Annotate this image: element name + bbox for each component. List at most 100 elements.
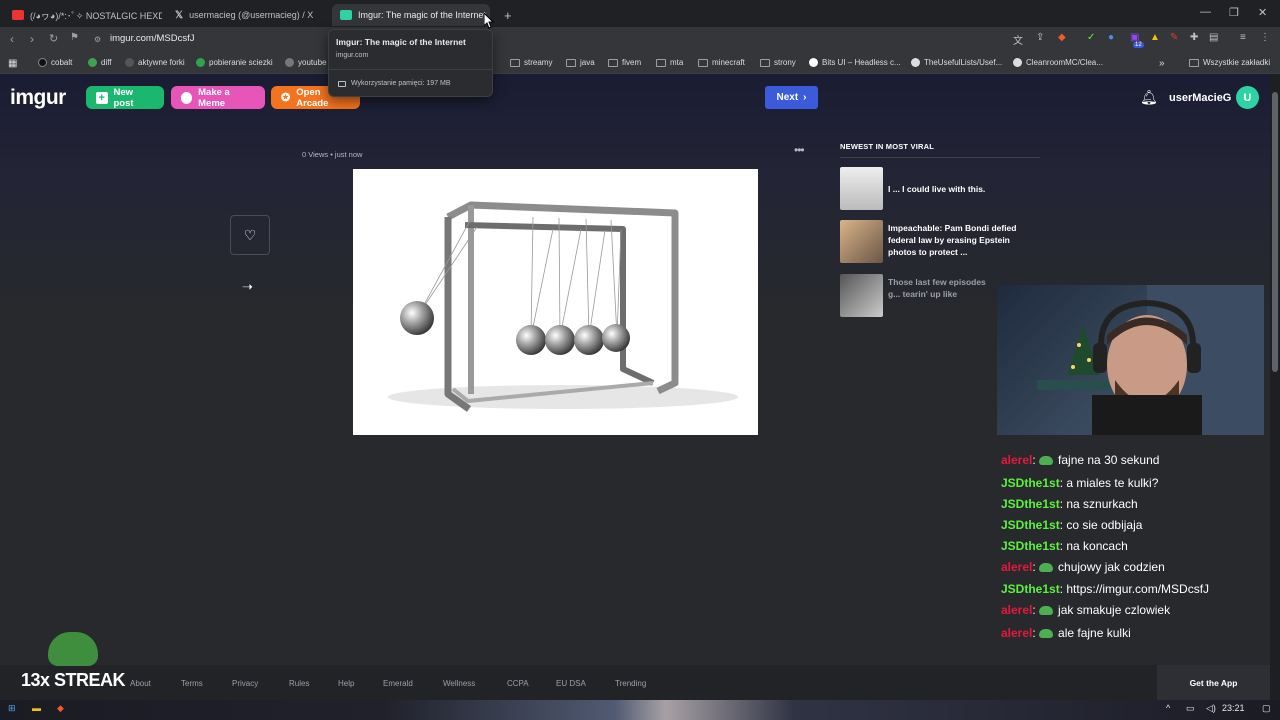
bookmark-item[interactable]: pobieranie sciezki xyxy=(196,58,273,67)
footer-link-eu-dsa[interactable]: EU DSA xyxy=(556,679,586,688)
bookmark-item[interactable]: youtube xyxy=(285,58,326,67)
footer-link-terms[interactable]: Terms xyxy=(181,679,203,688)
extensions-icon[interactable]: ✚ xyxy=(1190,32,1198,43)
check-extension-icon[interactable]: ✓ xyxy=(1087,32,1095,43)
bookmark-folder[interactable]: minecraft xyxy=(698,58,745,67)
notifications-icon[interactable]: ▢ xyxy=(1262,703,1271,714)
x-logo-icon: 𝕏 xyxy=(175,9,184,21)
tray-chevron-icon[interactable]: ^ xyxy=(1166,703,1170,713)
footer-link-help[interactable]: Help xyxy=(338,679,354,688)
new-post-button[interactable]: + New post xyxy=(86,86,164,109)
next-button[interactable]: Next › xyxy=(765,86,818,109)
footer-link-emerald[interactable]: Emerald xyxy=(383,679,413,688)
make-meme-button[interactable]: Make a Meme xyxy=(171,86,265,109)
divider xyxy=(329,69,492,70)
tab-x[interactable]: 𝕏 usermacieg (@usermacieg) / X xyxy=(167,4,327,26)
file-explorer-icon[interactable]: ▬ xyxy=(32,703,41,713)
pepe-emote-icon xyxy=(1039,628,1054,638)
download-icon xyxy=(196,58,205,67)
forward-icon[interactable]: › xyxy=(30,32,34,46)
extension-yellow-icon[interactable]: ▲ xyxy=(1150,32,1160,43)
tab-imgur[interactable]: Imgur: The magic of the Internet ✕ xyxy=(332,4,490,26)
reload-icon[interactable]: ↻ xyxy=(49,32,58,45)
sidebar-icon[interactable]: ▤ xyxy=(1209,32,1218,43)
scrollbar-thumb[interactable] xyxy=(1272,92,1278,372)
pen-extension-icon[interactable]: ✎ xyxy=(1170,32,1178,43)
brave-browser-icon[interactable]: ◆ xyxy=(57,703,64,714)
clock[interactable]: 23:21 xyxy=(1222,703,1245,713)
taskbar xyxy=(0,700,1280,720)
bookmark-item[interactable]: CleanroomMC/Clea... xyxy=(1013,58,1103,67)
menu-icon[interactable]: ⋮ xyxy=(1260,32,1270,43)
streak-overlay: 13x STREAK xyxy=(21,670,126,690)
bookmark-icon[interactable]: ⚑ xyxy=(70,32,79,43)
tab-title: usermacieg (@usermacieg) / X xyxy=(189,10,314,20)
cobalt-icon xyxy=(38,58,47,67)
memory-icon xyxy=(338,80,346,87)
all-bookmarks-folder[interactable]: Wszystkie zakładki xyxy=(1189,58,1270,67)
bookmark-item[interactable]: Bits UI – Headless c... xyxy=(809,58,901,67)
bookmark-item[interactable]: TheUsefulLists/Usef... xyxy=(911,58,1002,67)
bookmark-folder[interactable]: streamy xyxy=(510,58,552,67)
new-tab-button[interactable]: + xyxy=(496,4,516,26)
chat-message: JSDthe1st: na koncach xyxy=(1001,539,1128,553)
bookmark-folder[interactable]: strony xyxy=(760,58,796,67)
footer-link-privacy[interactable]: Privacy xyxy=(232,679,258,688)
footer-link-about[interactable]: About xyxy=(130,679,151,688)
apps-grid-icon[interactable]: ▦ xyxy=(8,58,17,69)
brave-shield-icon[interactable]: ◆ xyxy=(1058,32,1066,43)
post-title: I ... I could live with this. xyxy=(888,184,986,194)
sidebar-post[interactable]: Impeachable: Pam Bondi defied federal la… xyxy=(840,220,1040,263)
share-arrow-icon[interactable]: ➝ xyxy=(242,279,253,295)
translate-icon[interactable]: 文 xyxy=(1013,32,1023,47)
bookmark-item[interactable]: diff xyxy=(88,58,112,67)
bookmark-item[interactable]: aktywne forki xyxy=(125,58,185,67)
mouse-cursor-icon xyxy=(484,13,494,29)
chat-message: JSDthe1st: https://imgur.com/MSDcsfJ xyxy=(1001,582,1210,596)
network-icon[interactable]: ▭ xyxy=(1186,703,1195,714)
imgur-logo[interactable]: imgur xyxy=(10,86,66,110)
footer-link-rules[interactable]: Rules xyxy=(289,679,309,688)
chat-message: JSDthe1st: a miales te kulki? xyxy=(1001,476,1159,490)
folder-icon xyxy=(1189,58,1199,67)
windows-start-icon[interactable]: ⊞ xyxy=(8,703,16,714)
url-field[interactable]: imgur.com/MSDcsfJ xyxy=(110,33,194,44)
tab-title: (/◕ヮ◕)/*:･ﾟ✧ NOSTALGIC HEXD xyxy=(30,10,162,21)
customize-icon[interactable]: ≡ xyxy=(1240,32,1246,43)
bell-icon[interactable]: 🔔︎ xyxy=(1140,89,1158,106)
imgur-favicon-icon xyxy=(340,10,352,20)
tab-title: Imgur: The magic of the Internet xyxy=(358,10,486,20)
tab-nostalgic[interactable]: (/◕ヮ◕)/*:･ﾟ✧ NOSTALGIC HEXD xyxy=(4,4,162,26)
back-icon[interactable]: ‹ xyxy=(10,32,14,46)
footer-link-wellness[interactable]: Wellness xyxy=(443,679,475,688)
diff-icon xyxy=(88,58,97,67)
bookmark-folder[interactable]: java xyxy=(566,58,595,67)
bookmark-folder[interactable]: fivem xyxy=(608,58,641,67)
username[interactable]: userMacieG xyxy=(1169,92,1231,104)
more-bookmarks-icon[interactable]: » xyxy=(1159,58,1165,69)
like-button[interactable]: ♡ xyxy=(230,215,270,255)
sidebar-post[interactable]: I ... I could live with this. xyxy=(840,167,1040,210)
folder-icon xyxy=(566,58,576,67)
share-icon[interactable]: ⇪ xyxy=(1036,32,1044,43)
more-options-icon[interactable]: ••• xyxy=(794,143,805,157)
newtons-cradle-image xyxy=(388,201,738,412)
webcam-overlay xyxy=(997,285,1264,435)
chat-message: alerel: chujowy jak codzien xyxy=(1001,560,1165,574)
extension-icon[interactable]: ● xyxy=(1108,32,1114,43)
close-window-icon[interactable]: ✕ xyxy=(1258,6,1267,19)
pepe-emote-icon xyxy=(1039,562,1054,572)
footer-link-trending[interactable]: Trending xyxy=(615,679,646,688)
get-app-button[interactable]: Get the App xyxy=(1157,665,1270,700)
maximize-icon[interactable]: ❐ xyxy=(1229,6,1239,19)
minimize-icon[interactable]: — xyxy=(1200,6,1211,18)
extension-badge: 12 xyxy=(1133,42,1144,48)
volume-icon[interactable]: ◁) xyxy=(1206,703,1216,714)
bookmark-folder[interactable]: mta xyxy=(656,58,683,67)
folder-icon xyxy=(608,58,618,67)
bookmark-item[interactable]: cobalt xyxy=(38,58,72,67)
post-image xyxy=(353,169,758,435)
footer-link-ccpa[interactable]: CCPA xyxy=(507,679,529,688)
site-settings-icon[interactable]: ⚙ xyxy=(94,35,101,44)
avatar[interactable]: U xyxy=(1236,86,1259,109)
